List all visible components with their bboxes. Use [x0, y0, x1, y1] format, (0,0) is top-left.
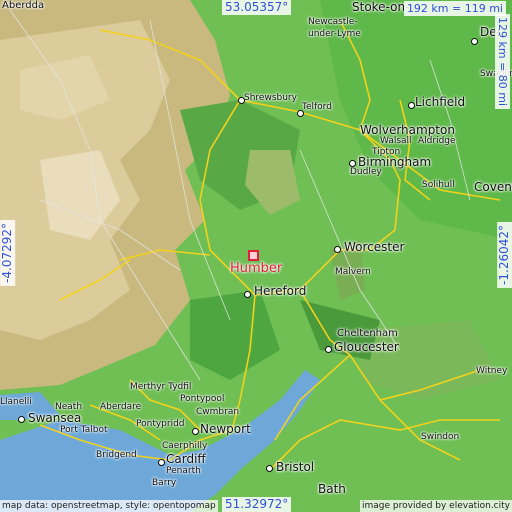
town-dot [18, 416, 25, 423]
town-label: Telford [302, 102, 332, 112]
town-label: Malvern [335, 267, 371, 277]
town-label: Caerphilly [162, 441, 208, 451]
town-dot [325, 346, 332, 353]
town-dot [244, 291, 251, 298]
town-label: Solihull [422, 180, 455, 190]
town-label: Bristol [276, 460, 315, 474]
town-dot [471, 38, 478, 45]
town-label: Gloucester [334, 340, 399, 354]
scale-bar-horizontal: 192 km = 119 mi [403, 1, 506, 16]
town-dot [408, 102, 415, 109]
town-dot [349, 160, 356, 167]
town-dot [192, 428, 199, 435]
town-label: Newcastle- under-Lyme [308, 17, 361, 39]
map-credit[interactable]: map data: openstreetmap, style: opentopo… [0, 500, 218, 512]
town-label: Cheltenham [337, 328, 398, 339]
coord-left-label: -4.07292° [0, 220, 16, 286]
town-label: Port Talbot [60, 425, 108, 435]
town-label: Pontypridd [136, 419, 185, 429]
town-label: Aberdda [2, 0, 45, 11]
location-marker[interactable] [248, 250, 259, 261]
town-label: Cwmbran [196, 407, 240, 417]
town-dot [297, 110, 304, 117]
town-dot [334, 246, 341, 253]
coord-top-label: 53.05357° [222, 0, 292, 16]
town-label: Walsall [380, 136, 412, 146]
town-label: Shrewsbury [244, 93, 297, 103]
town-dot [266, 465, 273, 472]
town-label: Bath [318, 482, 346, 496]
image-credit[interactable]: image provided by elevation.city [360, 500, 512, 512]
town-label: Coventr [474, 180, 512, 194]
town-label: Wolverhampton [360, 123, 455, 137]
town-label: Bridgend [96, 450, 137, 460]
town-label: Hereford [254, 284, 307, 298]
coord-right-label: -1.26042° [496, 222, 512, 288]
town-label: Penarth [166, 466, 201, 476]
town-label: Swindon [421, 432, 460, 442]
scale-bar-vertical: 129 km = 80 mi [495, 14, 510, 110]
town-dot [158, 459, 165, 466]
town-label: Cardiff [166, 452, 206, 466]
town-label: Barry [152, 478, 177, 488]
town-label: Worcester [344, 240, 405, 254]
town-label: Llanelli [0, 397, 32, 407]
place-label: Humber [230, 261, 283, 276]
town-label: Aberdare [100, 402, 142, 412]
town-label: Newport [200, 422, 251, 436]
town-label: Pontypool [180, 394, 225, 404]
town-label: Stoke-on- [352, 0, 410, 14]
town-label: Dudley [350, 167, 382, 177]
town-label: Swansea [28, 411, 82, 425]
town-dot [238, 97, 245, 104]
coord-bottom-label: 51.32972° [222, 496, 292, 512]
town-label: Lichfield [415, 95, 466, 109]
town-label: Aldridge [418, 136, 456, 146]
town-label: Merthyr Tydfil [130, 382, 192, 392]
map-view[interactable]: Aberdda Stoke-on- Newcastle- under-Lyme … [0, 0, 512, 512]
town-label: Witney [476, 366, 508, 376]
